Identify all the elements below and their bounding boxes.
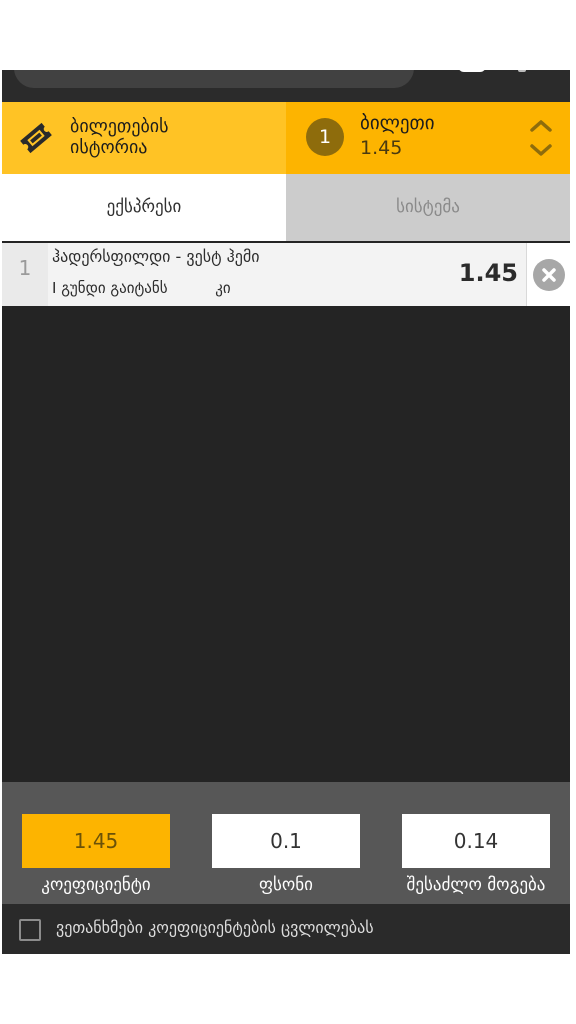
selection-index: 1 — [2, 243, 48, 306]
total-odds-label: კოეფიციენტი — [41, 875, 151, 895]
total-odds-box: 1.45 — [22, 814, 170, 868]
search-bar[interactable] — [14, 70, 414, 88]
ticket-history-label: ბილეთების ისტორია — [70, 116, 169, 158]
ticket-history-button[interactable]: ბილეთების ისტორია — [2, 102, 286, 174]
toggle-icon[interactable] — [458, 70, 486, 72]
bet-ticket-toggle[interactable]: 1 ბილეთი 1.45 — [286, 102, 570, 174]
betslip-app: ბილეთების ისტორია 1 ბილეთი 1.45 ექსპრესი… — [2, 70, 570, 954]
bet-total-odds: 1.45 — [360, 137, 403, 159]
possible-win-box: 0.14 — [402, 814, 550, 868]
expand-collapse-icon[interactable] — [528, 116, 554, 160]
accept-odds-change-checkbox[interactable] — [19, 919, 41, 941]
tab-system[interactable]: სისტემა — [286, 174, 570, 241]
remove-selection-button[interactable] — [526, 243, 570, 306]
tab-express[interactable]: ექსპრესი — [2, 174, 286, 241]
accept-odds-change-label[interactable]: ვეთანხმები კოეფიციენტების ცვლილებას — [56, 918, 374, 937]
betslip-header: ბილეთების ისტორია 1 ბილეთი 1.45 — [2, 102, 570, 174]
ticket-icon — [20, 122, 52, 154]
bet-count-badge: 1 — [306, 118, 344, 156]
top-bar — [2, 70, 570, 102]
possible-win-label: შესაძლო მოგება — [406, 875, 546, 895]
bet-title: ბილეთი — [360, 112, 435, 134]
close-icon — [533, 259, 565, 291]
menu-icon[interactable] — [518, 70, 526, 72]
selection-market: I გუნდი გაიტანს კი — [52, 279, 231, 297]
selection-match: ჰადერსფილდი - ვესტ ჰემი — [52, 247, 260, 266]
history-label-line1: ბილეთების — [70, 116, 169, 137]
selection-details[interactable]: ჰადერსფილდი - ვესტ ჰემი I გუნდი გაიტანს … — [48, 243, 526, 306]
stake-label: ფსონი — [259, 875, 313, 895]
selection-odds: 1.45 — [458, 259, 518, 287]
stake-input[interactable]: 0.1 — [212, 814, 360, 868]
selection-row: 1 ჰადერსფილდი - ვესტ ჰემი I გუნდი გაიტან… — [2, 243, 570, 306]
accept-odds-change-row: ვეთანხმები კოეფიციენტების ცვლილებას — [2, 904, 570, 954]
bet-type-tabs: ექსპრესი სისტემა — [2, 174, 570, 241]
history-label-line2: ისტორია — [70, 137, 148, 158]
bet-summary: 1.45 0.1 0.14 კოეფიციენტი ფსონი შესაძლო … — [2, 782, 570, 904]
